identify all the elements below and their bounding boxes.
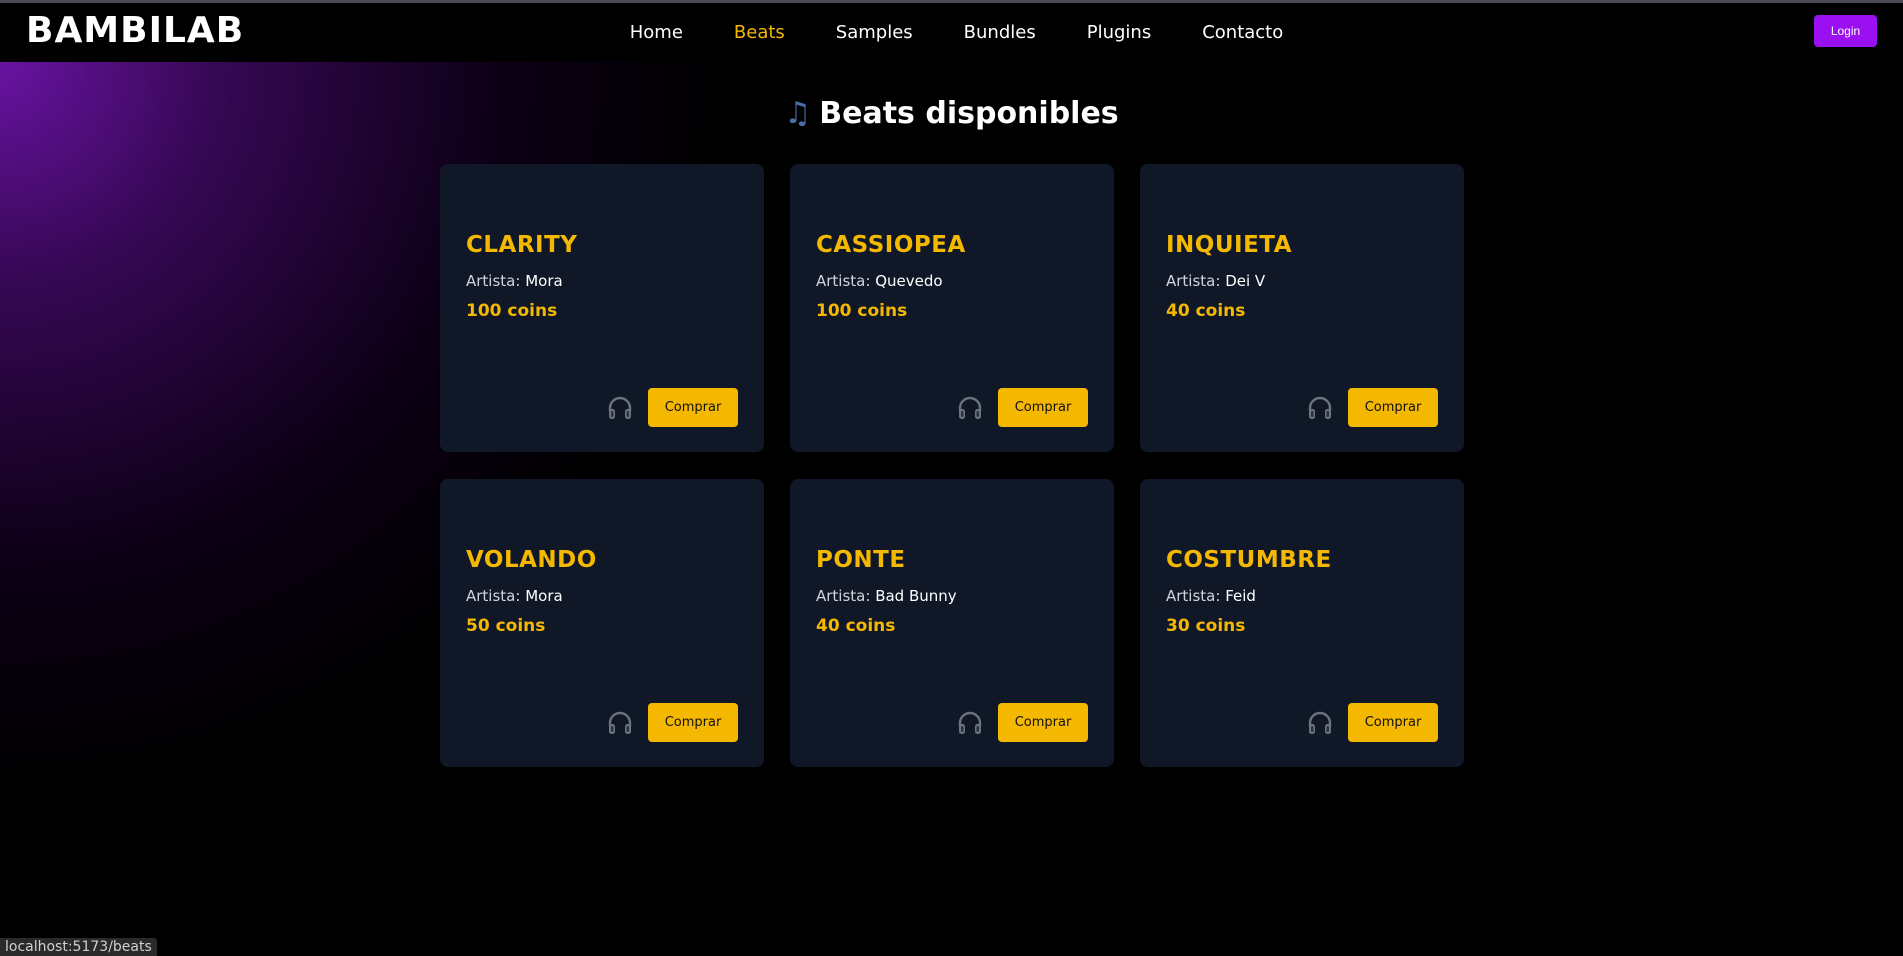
buy-button[interactable]: Comprar [1348,703,1438,742]
artist-label: Artista: [1166,587,1221,605]
beat-title: INQUIETA [1166,232,1293,258]
beat-card: VOLANDO Artista: Mora 50 coins Comprar [440,479,764,767]
nav-bundles[interactable]: Bundles [964,22,1036,43]
artist-label: Artista: [466,272,521,290]
artist-name: Dei V [1225,272,1266,290]
card-actions: Comprar [956,703,1088,742]
beat-artist: Artista: Mora [466,272,563,290]
beat-price: 40 coins [816,616,896,636]
artist-label: Artista: [816,272,871,290]
page-title-text: Beats disponibles [819,96,1119,131]
beat-price: 50 coins [466,616,546,636]
artist-label: Artista: [816,587,871,605]
beat-price: 30 coins [1166,616,1246,636]
beat-title: PONTE [816,547,906,573]
beat-title: CLARITY [466,232,578,258]
beat-price: 100 coins [466,301,558,321]
beat-card: CASSIOPEA Artista: Quevedo 100 coins Com… [790,164,1114,452]
buy-button[interactable]: Comprar [648,388,738,427]
beat-card: CLARITY Artista: Mora 100 coins Comprar [440,164,764,452]
beat-artist: Artista: Mora [466,587,563,605]
beat-card: COSTUMBRE Artista: Feid 30 coins Comprar [1140,479,1464,767]
card-actions: Comprar [1306,703,1438,742]
artist-label: Artista: [466,587,521,605]
artist-name: Feid [1225,587,1256,605]
nav-contacto[interactable]: Contacto [1202,22,1283,43]
music-note-icon: ♫ [784,96,812,131]
page-title: ♫ Beats disponibles [0,96,1903,131]
beat-card: INQUIETA Artista: Dei V 40 coins Comprar [1140,164,1464,452]
brand-logo[interactable]: BAMBILAB [26,10,244,51]
status-bar-url: localhost:5173/beats [0,938,157,956]
beat-artist: Artista: Feid [1166,587,1256,605]
beat-artist: Artista: Dei V [1166,272,1265,290]
main-content: ♫ Beats disponibles CLARITY Artista: Mora… [0,62,1903,956]
beat-artist: Artista: Quevedo [816,272,943,290]
headphones-icon[interactable] [956,394,984,422]
card-actions: Comprar [606,703,738,742]
headphones-icon[interactable] [1306,394,1334,422]
nav-beats[interactable]: Beats [734,22,785,43]
nav-links: Home Beats Samples Bundles Plugins Conta… [0,3,1903,62]
beat-price: 100 coins [816,301,908,321]
card-actions: Comprar [1306,388,1438,427]
artist-name: Mora [525,272,563,290]
headphones-icon[interactable] [606,709,634,737]
artist-name: Mora [525,587,563,605]
buy-button[interactable]: Comprar [1348,388,1438,427]
nav-samples[interactable]: Samples [836,22,913,43]
beat-artist: Artista: Bad Bunny [816,587,957,605]
headphones-icon[interactable] [956,709,984,737]
login-button[interactable]: Login [1814,15,1877,47]
beat-title: VOLANDO [466,547,597,573]
beat-price: 40 coins [1166,301,1246,321]
beats-grid: CLARITY Artista: Mora 100 coins Comprar … [440,164,1464,767]
navbar: BAMBILAB Home Beats Samples Bundles Plug… [0,3,1903,62]
beat-title: CASSIOPEA [816,232,966,258]
headphones-icon[interactable] [606,394,634,422]
beat-title: COSTUMBRE [1166,547,1332,573]
buy-button[interactable]: Comprar [998,703,1088,742]
nav-home[interactable]: Home [630,22,683,43]
artist-name: Quevedo [875,272,943,290]
buy-button[interactable]: Comprar [998,388,1088,427]
artist-name: Bad Bunny [875,587,957,605]
headphones-icon[interactable] [1306,709,1334,737]
beat-card: PONTE Artista: Bad Bunny 40 coins Compra… [790,479,1114,767]
buy-button[interactable]: Comprar [648,703,738,742]
card-actions: Comprar [956,388,1088,427]
artist-label: Artista: [1166,272,1221,290]
nav-plugins[interactable]: Plugins [1087,22,1151,43]
card-actions: Comprar [606,388,738,427]
